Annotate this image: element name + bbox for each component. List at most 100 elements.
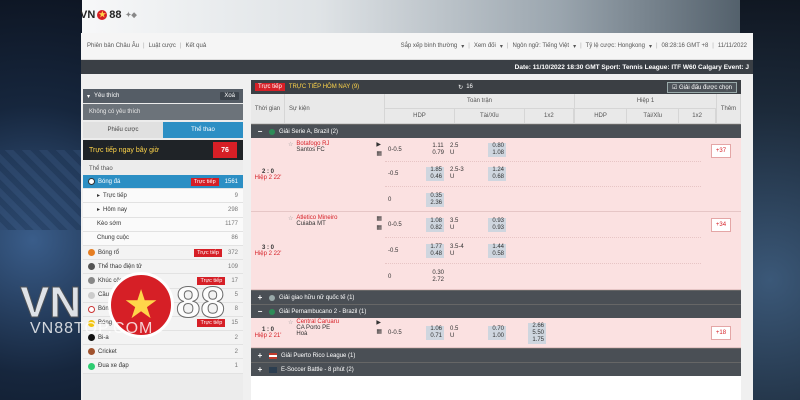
football-icon [88, 178, 95, 186]
more-markets-button[interactable]: +37 [711, 144, 731, 158]
star-icon: ★ [97, 10, 108, 20]
draw-label: Hoà [296, 331, 308, 337]
col-time: Thời gian [251, 94, 285, 123]
main-panel: Trực tiếp TRỰC TIẾP HÔM NAY (9) ↻ 16 ☑ Gi… [251, 80, 741, 400]
main-header: Trực tiếp TRỰC TIẾP HÔM NAY (9) ↻ 16 ☑ Gi… [251, 80, 741, 94]
league-row[interactable]: + E-Soccer Battle - 8 phút (2) [251, 362, 741, 376]
page-title: TRỰC TIẾP HÔM NAY (9) [288, 84, 360, 90]
stats-icon[interactable]: ▦ [376, 215, 382, 222]
selected-leagues-button[interactable]: ☑ Giải đấu được chọn [666, 81, 737, 93]
col-half-ou: Tài/Xỉu [627, 108, 680, 123]
stats-icon[interactable]: ▦ [376, 224, 382, 231]
chevron-down-icon: ▾ [87, 93, 91, 100]
view-select[interactable]: Xem đối [474, 43, 496, 49]
more-markets-button[interactable]: +34 [711, 218, 731, 232]
esoccer-icon [269, 366, 277, 373]
date: 11/11/2022 [717, 43, 747, 49]
match-row: 2 : 0 Hiệp 2 22' ☆ Botafogo RJ Santos FC … [251, 138, 741, 212]
sidebar-tabs: Phiếu cược Thể thao [83, 122, 243, 138]
live-stream-icon[interactable]: ▶ [376, 141, 382, 148]
live-count-badge: 76 [213, 142, 237, 158]
stats-icon[interactable]: ▦ [376, 150, 382, 157]
sidebar-item-hockey[interactable]: Khúc côn cầu Trực tiếp 17 [83, 274, 243, 289]
live-tag: Trực tiếp [194, 248, 222, 257]
gamepad-icon [88, 263, 95, 271]
brand-logo[interactable]: VN ★ 88 ✦◆ [80, 9, 137, 21]
odds-type-select[interactable]: Tỷ lệ cược: Hongkong [586, 43, 645, 49]
clear-favorites-button[interactable]: Xoá [220, 92, 239, 100]
col-first-half: Hiệp 1 [575, 94, 716, 109]
league-row[interactable]: − Giải Serie A, Brazil (2) [251, 124, 741, 138]
sidebar-item-baseball[interactable]: Bóng chày 8 [83, 302, 243, 317]
clock: 08:28:16 GMT +8 [661, 43, 709, 49]
baseball-icon [88, 305, 95, 313]
col-ou: Tài/Xỉu [455, 108, 525, 123]
live-badge: Trực tiếp [255, 83, 285, 91]
nav-european-version[interactable]: Phiên bản Châu Âu [87, 43, 139, 49]
sidebar-item-today[interactable]: ▸ Hôm nay 298 [83, 203, 243, 218]
col-more: Thêm [717, 94, 741, 123]
puerto-rico-flag-icon [269, 352, 277, 359]
no-favorites-text: Không có yêu thích [83, 104, 243, 120]
star-outline-icon[interactable]: ☆ [288, 215, 293, 222]
sports-section-title: Thể thao [89, 166, 113, 172]
sidebar-item-outright[interactable]: Chung cuộc 86 [83, 231, 243, 246]
brazil-flag-icon [269, 128, 275, 135]
nav-rules[interactable]: Luật cược [149, 43, 176, 49]
sort-select[interactable]: Sắp xếp bình thường [401, 43, 458, 49]
col-half-hdp: HDP [575, 108, 628, 123]
basketball-icon [88, 249, 95, 257]
away-team: Santos FC [296, 147, 325, 153]
billiard-ball-icon [88, 334, 95, 342]
brazil-flag-icon [269, 308, 275, 315]
star-outline-icon[interactable]: ☆ [288, 319, 293, 326]
sidebar-item-early[interactable]: Kèo sớm 1177 [83, 217, 243, 232]
decoration-icon: ✦◆ [125, 12, 137, 19]
live-stream-icon[interactable]: ▶ [376, 319, 382, 326]
league-row[interactable]: + Giải Puerto Rico League (1) [251, 348, 741, 362]
col-half-1x2: 1x2 [679, 108, 716, 123]
sidebar-item-billiards[interactable]: Bi-a 2 [83, 331, 243, 346]
match-row: 3 : 0 Hiệp 2 22' ☆ Atletico Mineiro Cuiab… [251, 212, 741, 290]
left-backdrop [0, 0, 82, 400]
sidebar: ▾ Yêu thích Xoá Không có yêu thích Phiếu… [83, 89, 243, 400]
top-nav: Phiên bản Châu Âu | Luật cược | Kết quả Sắ… [81, 33, 753, 60]
sidebar-item-esports[interactable]: Thể thao điện tử 109 [83, 260, 243, 275]
away-team: Cuiaba MT [296, 221, 326, 227]
live-tag: Trực tiếp [197, 276, 226, 285]
col-1x2: 1x2 [525, 108, 574, 123]
column-headers: Thời gian Sự kiện Toàn trận HDP Tài/Xỉu … [251, 94, 741, 124]
news-ticker: Date: 11/10/2022 18:30 GMT Sport: Tennis… [81, 60, 753, 74]
col-event: Sự kiện [285, 94, 385, 123]
bicycle-icon [88, 362, 95, 370]
tab-sports[interactable]: Thể thao [163, 122, 243, 138]
sidebar-item-basketball[interactable]: Bóng rổ Trực tiếp 372 [83, 245, 243, 261]
live-tag: Trực tiếp [190, 177, 219, 186]
sidebar-item-cycling[interactable]: Đua xe đạp 1 [83, 359, 243, 374]
more-markets-button[interactable]: +18 [711, 325, 731, 340]
sidebar-item-volleyball[interactable]: Bóng chuyền Trực tiếp 15 [83, 316, 243, 332]
col-hdp: HDP [385, 108, 455, 123]
live-now-bar[interactable]: Trực tiếp ngay bây giờ 76 [83, 140, 243, 160]
cricket-icon [88, 348, 95, 356]
col-full-match: Toàn trận [385, 94, 574, 109]
star-outline-icon[interactable]: ☆ [288, 141, 293, 148]
volleyball-icon [88, 319, 95, 327]
nav-results[interactable]: Kết quả [185, 43, 206, 49]
refresh-button[interactable]: ↻ 16 [458, 84, 473, 91]
sidebar-item-football[interactable]: Bóng đá Trực tiếp 1561 [83, 175, 243, 190]
sidebar-item-badminton[interactable]: Cầu lông 5 [83, 288, 243, 303]
favorites-header[interactable]: ▾ Yêu thích Xoá [83, 89, 243, 103]
stats-icon[interactable]: ▦ [376, 328, 382, 335]
globe-icon [269, 294, 275, 301]
match-row: 1 : 0 Hiệp 2 21' ☆ Central Caruaru CA Por… [251, 318, 741, 348]
shuttlecock-icon [88, 291, 95, 299]
sidebar-item-live[interactable]: ▸ Trực tiếp 9 [83, 189, 243, 204]
league-row[interactable]: − Giải Pernambucano 2 - Brazil (1) [251, 304, 741, 318]
language-select[interactable]: Ngôn ngữ: Tiếng Việt [512, 43, 569, 49]
league-row[interactable]: + Giải giao hữu nữ quốc tế (1) [251, 290, 741, 304]
live-tag: Trực tiếp [197, 319, 226, 328]
hockey-icon [88, 277, 95, 285]
sidebar-item-cricket[interactable]: Cricket 2 [83, 345, 243, 360]
tab-bet-slip[interactable]: Phiếu cược [83, 122, 163, 138]
